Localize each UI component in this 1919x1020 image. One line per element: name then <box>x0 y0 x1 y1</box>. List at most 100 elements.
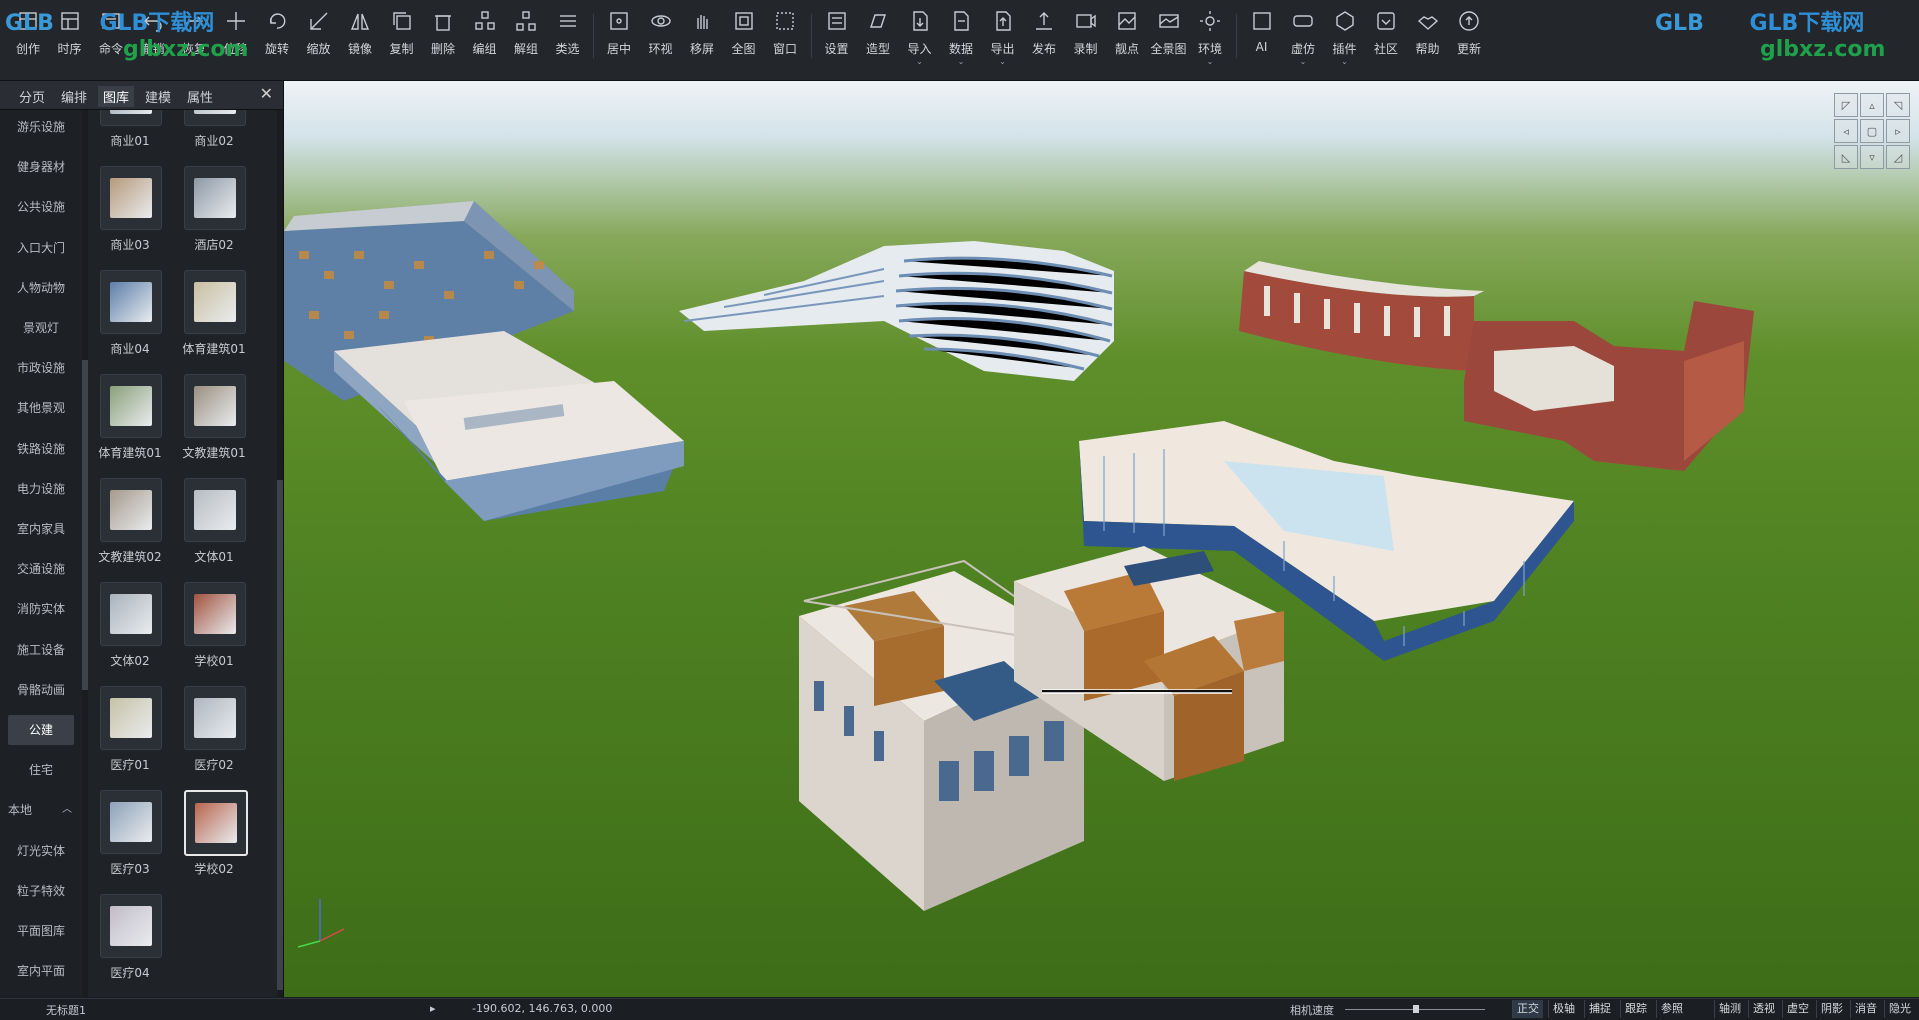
tab-4[interactable]: 属性 <box>182 86 218 107</box>
library-scrollbar[interactable] <box>277 110 283 997</box>
tab-0[interactable]: 分页 <box>14 86 50 107</box>
tool-vr-button[interactable]: 虚仿 ⌄ <box>1283 8 1323 68</box>
library-item[interactable]: 文教建筑01 <box>174 374 254 474</box>
tool-modeling-button[interactable]: 造型 <box>858 8 898 68</box>
category-item[interactable]: 骨骼动画 <box>8 675 74 705</box>
tool-center-button[interactable]: 居中 <box>599 8 639 68</box>
library-item[interactable]: 医疗03 <box>90 790 170 890</box>
category-item[interactable]: 入口大门 <box>8 233 74 263</box>
tool-window-zoom-button[interactable]: 窗口 <box>765 8 805 68</box>
view-toggle[interactable]: 透视 <box>1748 1000 1779 1018</box>
category-item[interactable]: 其他景观 <box>8 393 74 423</box>
tool-data-button[interactable]: 数据 ⌄ <box>941 8 981 68</box>
tool-fit-all-button[interactable]: 全图 <box>724 8 764 68</box>
library-item[interactable]: 体育建筑01 <box>174 270 254 370</box>
status-toggle[interactable]: 参照 <box>1656 1000 1687 1018</box>
library-item[interactable]: 学校01 <box>174 582 254 682</box>
library-item[interactable]: 体育建筑01 <box>90 374 170 474</box>
category-item[interactable]: 消防实体 <box>8 594 74 624</box>
tool-ai-button[interactable]: AI <box>1242 8 1282 68</box>
3d-viewport[interactable]: ◸ ▵ ◹ ◃ ▢ ▹ ◺ ▿ ◿ <box>284 81 1919 997</box>
category-item[interactable]: 施工设备 <box>8 635 74 665</box>
category-item[interactable]: 公建 <box>8 715 74 745</box>
tool-copy-button[interactable]: 复制 <box>382 8 422 68</box>
library-item[interactable]: 医疗01 <box>90 686 170 786</box>
tab-2[interactable]: 图库 <box>98 86 135 107</box>
status-toggle[interactable]: 极轴 <box>1548 1000 1579 1018</box>
category-item[interactable]: 灯光实体 <box>8 836 74 866</box>
category-item[interactable]: 粒子特效 <box>8 876 74 906</box>
category-item[interactable]: 平面图库 <box>8 916 74 946</box>
tool-select-type-button[interactable]: 类选 <box>548 8 588 68</box>
library-item[interactable]: 学校02 <box>174 790 254 890</box>
close-icon[interactable]: ✕ <box>260 84 273 103</box>
tool-pan-hand-button[interactable]: 移屏 <box>682 8 722 68</box>
scene-buildings[interactable] <box>284 81 1919 997</box>
category-item[interactable]: 室内平面 <box>8 956 74 986</box>
library-item[interactable]: 文体02 <box>90 582 170 682</box>
library-item[interactable]: 医疗02 <box>174 686 254 786</box>
camera-speed-thumb[interactable] <box>1413 1005 1419 1013</box>
status-toggle[interactable]: 正交 <box>1512 1000 1543 1018</box>
chevron-down-icon[interactable]: ⌄ <box>958 58 965 66</box>
tool-rotate-button[interactable]: 旋转 <box>257 8 297 68</box>
library-item[interactable]: 文体01 <box>174 478 254 578</box>
category-item[interactable]: 游乐设施 <box>8 112 74 142</box>
tool-delete-button[interactable]: 删除 <box>423 8 463 68</box>
view-toggle[interactable]: 轴测 <box>1714 1000 1745 1018</box>
library-item[interactable]: 文教建筑02 <box>90 478 170 578</box>
library-item[interactable]: 酒店02 <box>174 166 254 266</box>
category-item[interactable]: 市政设施 <box>8 353 74 383</box>
library-item[interactable]: 商业03 <box>90 166 170 266</box>
tool-scale-button[interactable]: 缩放 <box>299 8 339 68</box>
tab-3[interactable]: 建模 <box>140 86 176 107</box>
building-curved-hotel[interactable] <box>679 241 1114 381</box>
building-red-school[interactable] <box>1464 301 1754 471</box>
category-item[interactable]: 人物动物 <box>8 273 74 303</box>
library-item[interactable]: 商业02 <box>174 110 254 162</box>
chevron-down-icon[interactable]: ⌄ <box>1207 58 1214 66</box>
status-toggle[interactable]: 跟踪 <box>1620 1000 1651 1018</box>
view-toggle[interactable]: 消音 <box>1850 1000 1881 1018</box>
camera-speed-slider[interactable] <box>1345 1005 1485 1013</box>
chevron-down-icon[interactable]: ⌄ <box>1300 58 1307 66</box>
category-item[interactable]: 电力设施 <box>8 474 74 504</box>
building-modern-campus[interactable] <box>799 546 1284 911</box>
tool-panorama-button[interactable]: 全景图 <box>1149 8 1189 68</box>
tool-highlight-button[interactable]: 靓点 <box>1107 8 1147 68</box>
library-item[interactable]: 商业01 <box>90 110 170 162</box>
tool-settings-button[interactable]: 设置 <box>817 8 857 68</box>
category-item[interactable]: 交通设施 <box>8 554 74 584</box>
category-item[interactable]: 铁路设施 <box>8 434 74 464</box>
tool-help-button[interactable]: 帮助 <box>1408 8 1448 68</box>
chevron-down-icon[interactable]: ⌄ <box>1341 58 1348 66</box>
category-item[interactable]: 公共设施 <box>8 192 74 222</box>
status-toggle[interactable]: 捕捉 <box>1584 1000 1615 1018</box>
tool-record-button[interactable]: 录制 <box>1066 8 1106 68</box>
tool-ungroup-button[interactable]: 解组 <box>506 8 546 68</box>
tool-import-button[interactable]: 导入 ⌄ <box>900 8 940 68</box>
view-toggle[interactable]: 隐光 <box>1884 1000 1915 1018</box>
chevron-down-icon[interactable]: ⌄ <box>916 58 923 66</box>
category-scrollbar[interactable] <box>82 110 88 997</box>
chevron-down-icon[interactable]: ⌄ <box>999 58 1006 66</box>
play-icon[interactable]: ▸ <box>430 1002 436 1015</box>
tool-community-button[interactable]: 社区 <box>1366 8 1406 68</box>
tool-orbit-button[interactable]: 环视 <box>641 8 681 68</box>
view-toggle[interactable]: 阴影 <box>1816 1000 1847 1018</box>
chevron-up-icon[interactable]: ︿ <box>62 795 72 825</box>
category-item[interactable]: 景观灯 <box>8 313 74 343</box>
view-toggle[interactable]: 虚空 <box>1782 1000 1813 1018</box>
tool-export-button[interactable]: 导出 ⌄ <box>983 8 1023 68</box>
tab-1[interactable]: 编排 <box>56 86 92 107</box>
library-item[interactable]: 医疗04 <box>90 894 170 994</box>
category-item[interactable]: 住宅 <box>8 755 74 785</box>
category-item[interactable]: 室内家具 <box>8 514 74 544</box>
building-brick-curved[interactable] <box>1239 261 1484 371</box>
category-group-local[interactable]: 本地 ︿ <box>8 795 74 825</box>
tool-plugin-button[interactable]: 插件 ⌄ <box>1325 8 1365 68</box>
document-name[interactable]: 无标题1 <box>46 1002 86 1018</box>
tool-mirror-button[interactable]: 镜像 <box>340 8 380 68</box>
tool-environment-button[interactable]: 环境 ⌄ <box>1190 8 1230 68</box>
category-item[interactable]: 健身器材 <box>8 152 74 182</box>
